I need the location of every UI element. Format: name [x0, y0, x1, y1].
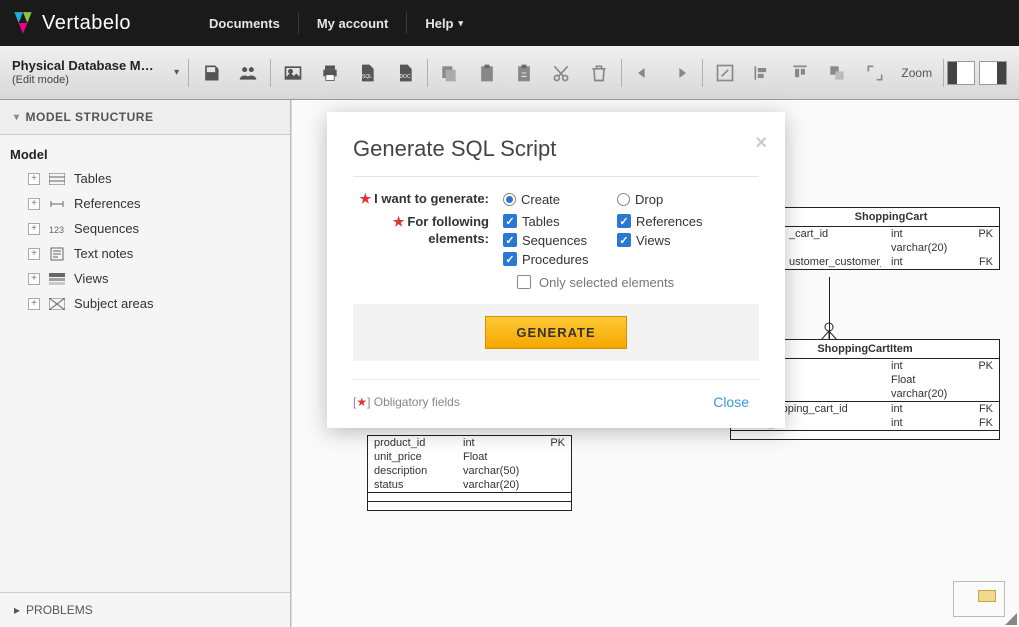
- modal-backdrop: × Generate SQL Script ★I want to generat…: [0, 0, 1019, 627]
- modal-close-button[interactable]: ×: [755, 132, 767, 155]
- checkbox-label: Views: [636, 233, 670, 248]
- checkbox-tables[interactable]: Tables: [503, 214, 593, 229]
- form-row-elements: ★For following elements: Tables Referenc…: [353, 214, 759, 267]
- checkbox-icon: [503, 214, 517, 228]
- label-generate: ★I want to generate:: [353, 191, 503, 208]
- generate-button-wrap: GENERATE: [353, 304, 759, 361]
- checkbox-label: References: [636, 214, 702, 229]
- checkbox-views[interactable]: Views: [617, 233, 707, 248]
- checkbox-group-elements: Tables References Sequences Views Proced…: [503, 214, 759, 267]
- generate-sql-modal: × Generate SQL Script ★I want to generat…: [327, 112, 785, 428]
- checkbox-sequences[interactable]: Sequences: [503, 233, 593, 248]
- obligatory-hint: [★] Obligatory fields: [353, 395, 460, 409]
- checkbox-references[interactable]: References: [617, 214, 707, 229]
- form-row-generate: ★I want to generate: Create Drop: [353, 191, 759, 208]
- radio-drop[interactable]: Drop: [617, 191, 707, 208]
- radio-label: Drop: [635, 192, 663, 207]
- checkbox-label: Procedures: [522, 252, 588, 267]
- checkbox-only-selected[interactable]: Only selected elements: [353, 275, 759, 290]
- checkbox-label: Only selected elements: [539, 275, 674, 290]
- checkbox-label: Tables: [522, 214, 560, 229]
- radio-label: Create: [521, 192, 560, 207]
- radio-create[interactable]: Create: [503, 191, 593, 208]
- modal-footer: [★] Obligatory fields Close: [353, 379, 759, 414]
- checkbox-procedures[interactable]: Procedures: [503, 252, 593, 267]
- label-elements: ★For following elements:: [353, 214, 503, 267]
- radio-icon: [617, 193, 630, 206]
- close-link[interactable]: Close: [703, 390, 759, 414]
- checkbox-icon: [503, 233, 517, 247]
- checkbox-icon: [517, 275, 531, 289]
- generate-button[interactable]: GENERATE: [485, 316, 626, 349]
- checkbox-label: Sequences: [522, 233, 587, 248]
- checkbox-icon: [617, 233, 631, 247]
- checkbox-icon: [617, 214, 631, 228]
- checkbox-icon: [503, 252, 517, 266]
- radio-icon: [503, 193, 516, 206]
- modal-title: Generate SQL Script: [353, 136, 759, 162]
- divider: [353, 176, 759, 177]
- radio-group-generate: Create Drop: [503, 191, 759, 208]
